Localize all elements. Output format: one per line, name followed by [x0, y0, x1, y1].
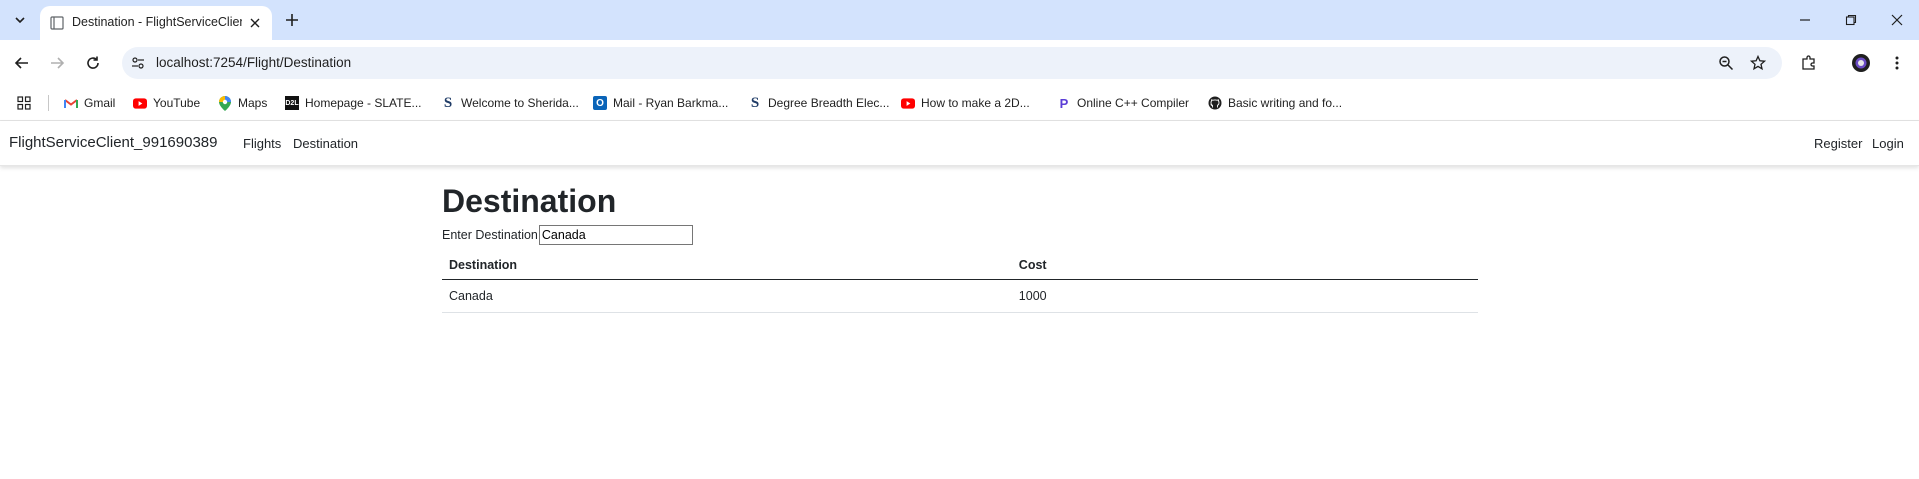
- bookmark-label: Maps: [238, 96, 268, 110]
- site-info-button[interactable]: [130, 55, 146, 71]
- destination-form: Enter Destination: [442, 225, 1478, 245]
- sheridan-icon: S: [750, 94, 760, 111]
- sheridan-icon: S: [443, 94, 453, 111]
- forward-button[interactable]: [45, 51, 69, 75]
- tab-search-button[interactable]: [8, 8, 32, 32]
- bookmarks-divider: [48, 95, 49, 111]
- brand-link[interactable]: FlightServiceClient_991690389: [9, 134, 217, 151]
- close-icon: [250, 18, 260, 28]
- plus-icon: [286, 14, 298, 26]
- github-icon: [1208, 96, 1222, 110]
- youtube-icon: [901, 96, 915, 110]
- bookmark-maps[interactable]: Maps: [218, 94, 267, 112]
- restore-button[interactable]: [1836, 8, 1866, 32]
- bookmark-label: Basic writing and fo...: [1228, 96, 1343, 110]
- destination-label: Enter Destination: [442, 228, 538, 242]
- zoom-icon: [1719, 56, 1734, 71]
- url-text[interactable]: localhost:7254/Flight/Destination: [156, 55, 351, 70]
- puzzle-icon: [1802, 55, 1815, 70]
- chevron-down-icon: [15, 17, 25, 24]
- browser-menu-button[interactable]: [1885, 51, 1909, 75]
- profile-button[interactable]: [1849, 51, 1873, 75]
- gmail-icon: [64, 96, 78, 110]
- bookmark-label: Welcome to Sherida...: [461, 96, 579, 110]
- reload-icon: [87, 56, 99, 69]
- page-title: Destination: [442, 183, 617, 219]
- reload-button[interactable]: [81, 51, 105, 75]
- close-icon: [1891, 14, 1903, 26]
- d2l-icon: D2L: [285, 96, 299, 110]
- address-bar[interactable]: localhost:7254/Flight/Destination: [122, 47, 1782, 79]
- tab-strip: Destination - FlightServiceClient_991690…: [0, 0, 1919, 40]
- active-tab[interactable]: Destination - FlightServiceClient_991690…: [40, 6, 272, 40]
- new-tab-button[interactable]: [280, 8, 304, 32]
- arrow-left-icon: [14, 57, 28, 69]
- youtube-icon: [133, 96, 147, 110]
- back-button[interactable]: [10, 51, 34, 75]
- tune-icon: [132, 57, 144, 69]
- arrow-right-icon: [51, 57, 65, 69]
- programiz-icon: P: [1059, 95, 1069, 111]
- bookmark-cpp-compiler[interactable]: P Online C++ Compiler: [1057, 94, 1189, 112]
- column-header-cost: Cost: [1011, 251, 1478, 280]
- table-row: Canada 1000: [442, 279, 1478, 313]
- extensions-button[interactable]: [1797, 51, 1821, 75]
- nav-login[interactable]: Login: [1872, 136, 1904, 151]
- restore-icon: [1845, 14, 1857, 26]
- apps-grid-icon: [17, 96, 31, 110]
- bookmark-degree-breadth[interactable]: S Degree Breadth Elec...: [748, 94, 890, 112]
- cell-destination: Canada: [442, 279, 1012, 313]
- app-navbar: FlightServiceClient_991690389 Flights De…: [0, 121, 1919, 166]
- nav-register[interactable]: Register: [1814, 136, 1862, 151]
- bookmark-label: How to make a 2D...: [921, 96, 1030, 110]
- tab-title: Destination - FlightServiceClient_991690…: [72, 15, 242, 29]
- bookmark-label: YouTube: [153, 96, 201, 110]
- outlook-icon: O: [593, 96, 607, 110]
- maps-icon: [218, 95, 232, 111]
- table-header-row: Destination Cost: [442, 251, 1478, 280]
- main-content: Destination Enter Destination Destinatio…: [442, 181, 1478, 313]
- nav-flights[interactable]: Flights: [243, 136, 281, 151]
- bookmarks-bar: Gmail YouTube Maps D2L Homepage - SLATE.…: [0, 86, 1919, 121]
- tab-close-button[interactable]: [246, 14, 264, 32]
- bookmark-star-button[interactable]: [1749, 54, 1767, 72]
- window-close-button[interactable]: [1882, 8, 1912, 32]
- minimize-icon: [1800, 19, 1810, 21]
- more-vert-icon: [1895, 56, 1899, 70]
- bookmark-slate[interactable]: D2L Homepage - SLATE...: [285, 94, 422, 112]
- cell-cost: 1000: [1011, 279, 1478, 313]
- minimize-button[interactable]: [1790, 8, 1820, 32]
- bookmark-youtube-2d[interactable]: How to make a 2D...: [901, 94, 1030, 112]
- web-page: FlightServiceClient_991690389 Flights De…: [0, 121, 1919, 479]
- bookmark-gmail[interactable]: Gmail: [64, 94, 115, 112]
- apps-button[interactable]: [17, 94, 31, 112]
- star-icon: [1750, 55, 1766, 71]
- bookmark-label: Degree Breadth Elec...: [768, 96, 890, 110]
- column-header-destination: Destination: [442, 251, 1012, 280]
- bookmark-youtube[interactable]: YouTube: [133, 94, 200, 112]
- destination-input[interactable]: [538, 225, 693, 245]
- bookmark-label: Homepage - SLATE...: [305, 96, 422, 110]
- bookmark-mail[interactable]: O Mail - Ryan Barkma...: [593, 94, 728, 112]
- page-favicon-icon: [50, 16, 64, 30]
- bookmark-label: Online C++ Compiler: [1077, 96, 1190, 110]
- avatar-icon: [1852, 54, 1870, 72]
- nav-destination[interactable]: Destination: [293, 136, 358, 151]
- zoom-button[interactable]: [1717, 54, 1735, 72]
- bookmark-github[interactable]: Basic writing and fo...: [1208, 94, 1342, 112]
- bookmark-label: Gmail: [84, 96, 116, 110]
- bookmark-label: Mail - Ryan Barkma...: [613, 96, 729, 110]
- destination-table: Destination Cost Canada 1000: [442, 251, 1478, 313]
- bookmark-sheridan[interactable]: S Welcome to Sherida...: [441, 94, 579, 112]
